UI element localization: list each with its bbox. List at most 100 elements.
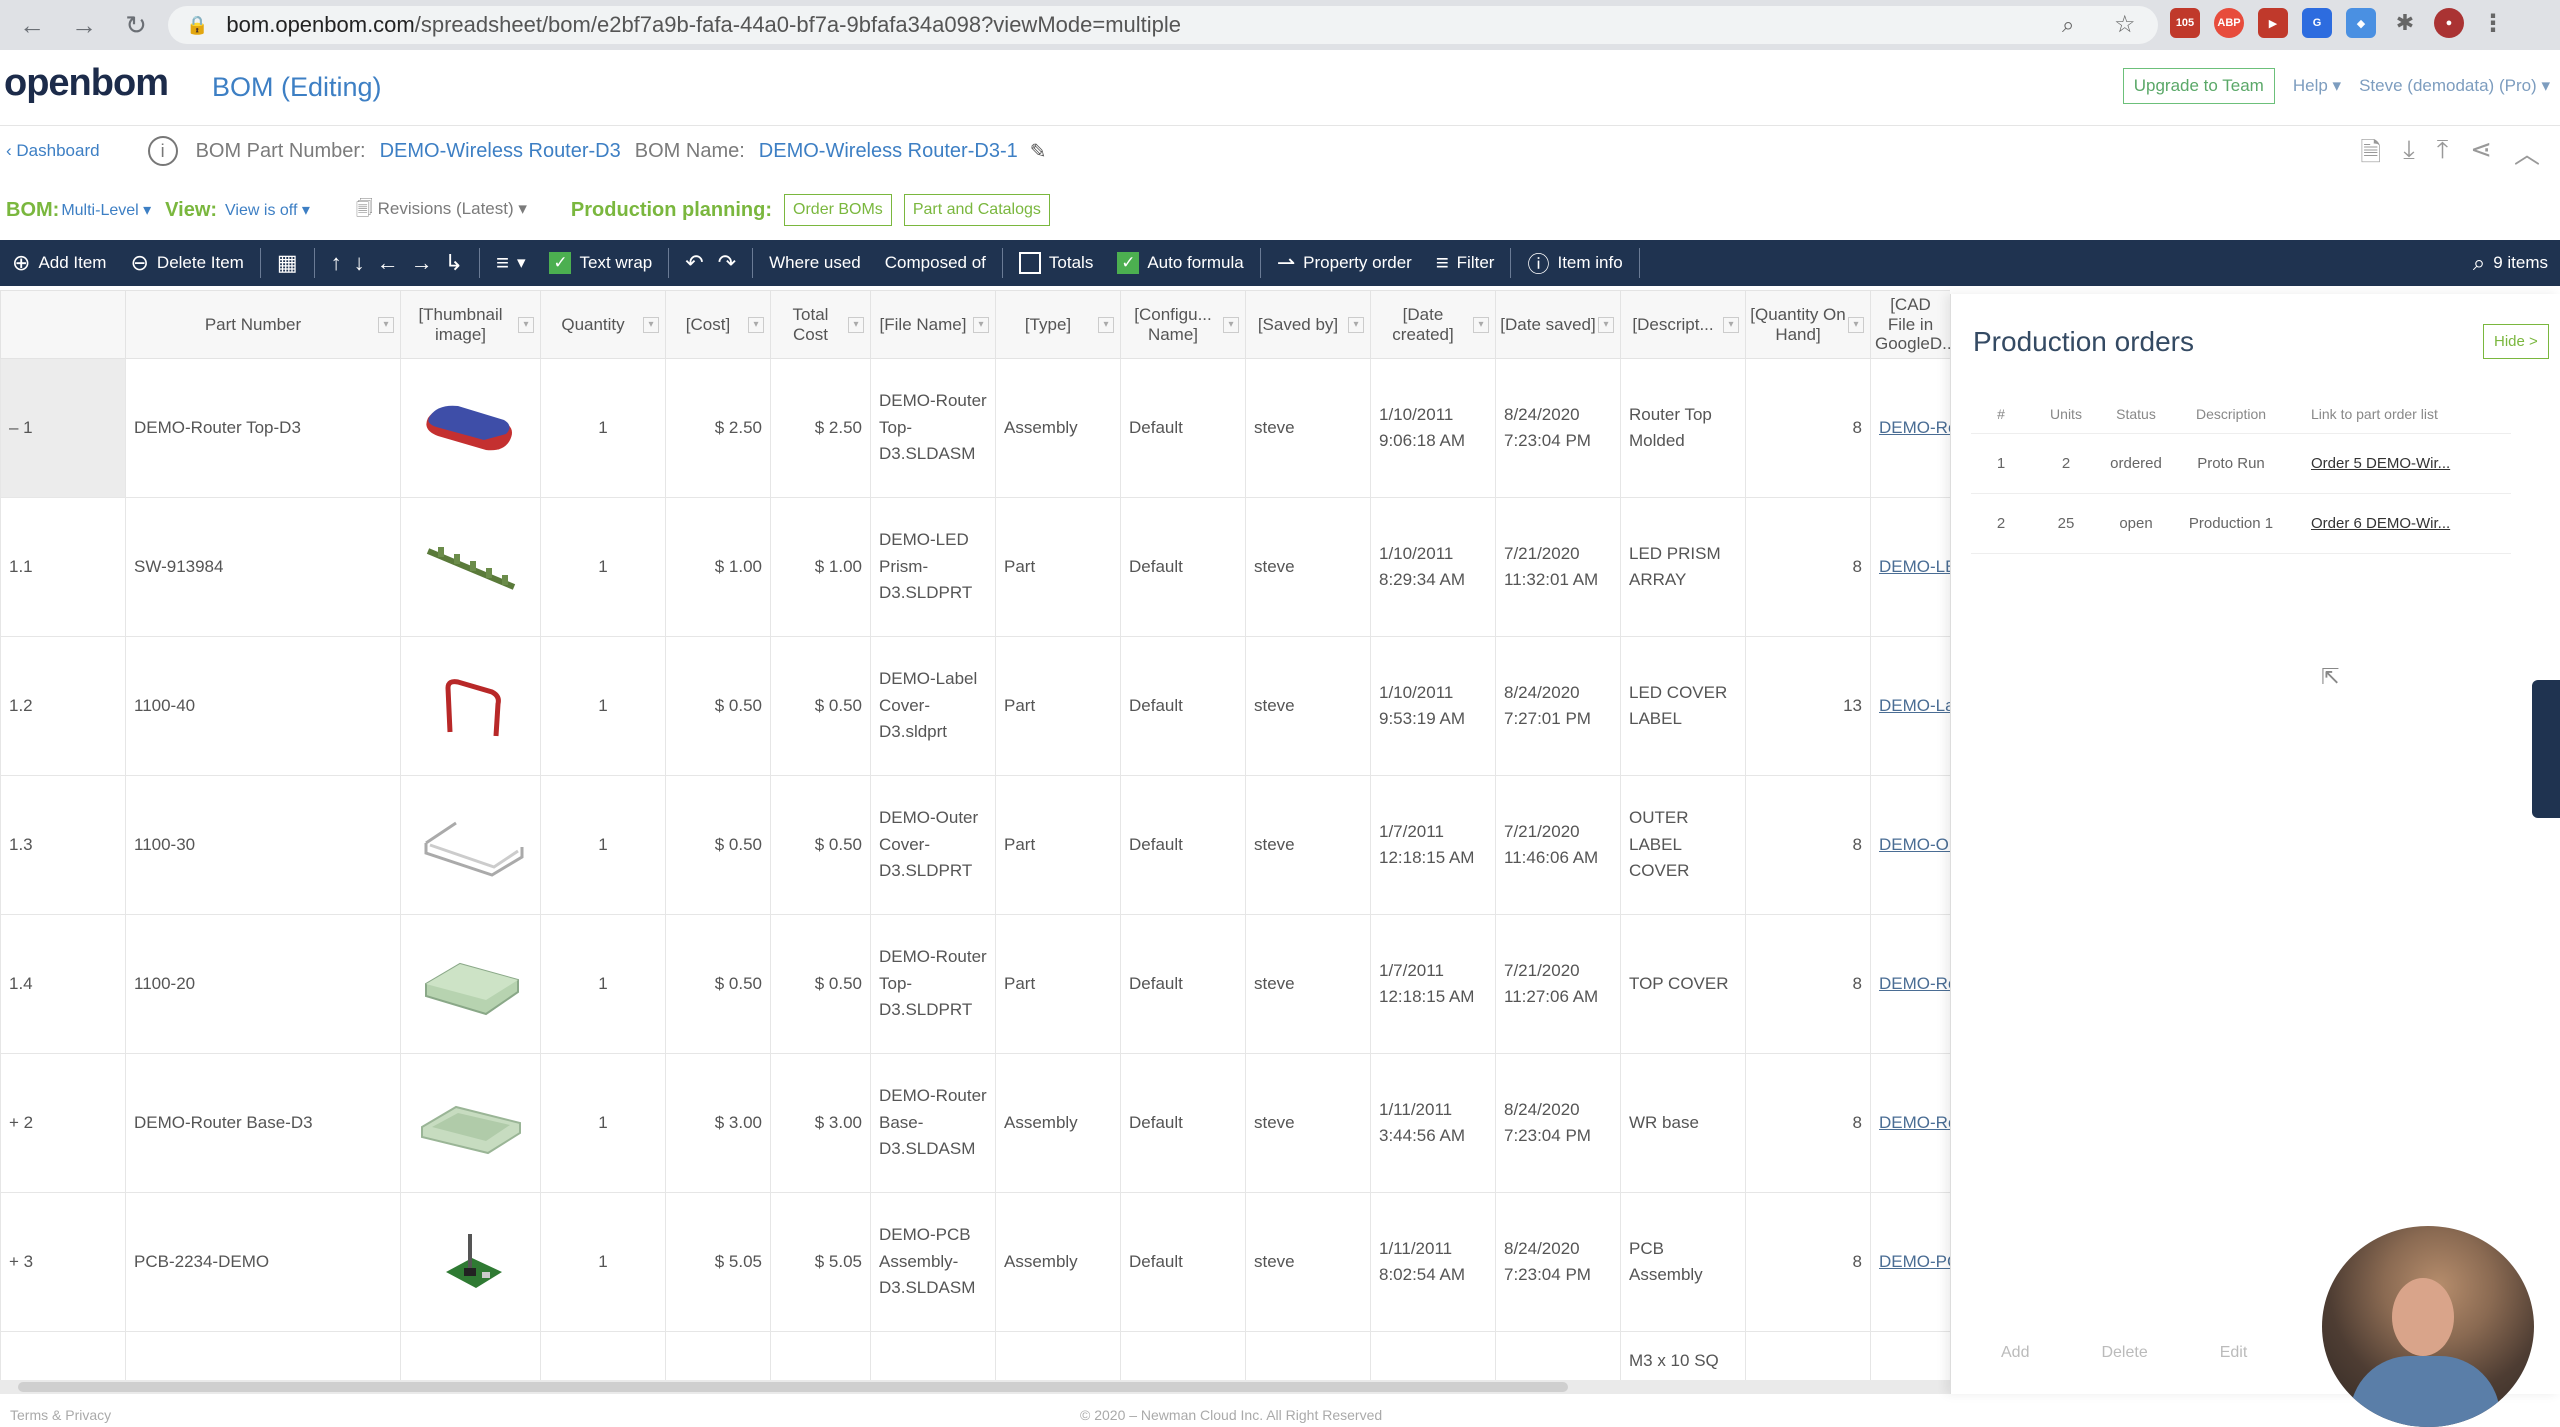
openbom-logo[interactable]: openbom [4, 62, 169, 105]
share-icon[interactable]: ⋖ [2470, 134, 2492, 178]
date-created-cell[interactable]: 1/11/2011 8:02:54 AM [1370, 1192, 1496, 1332]
file-name-cell[interactable]: DEMO-PCB Assembly-D3.SLDASM [870, 1192, 996, 1332]
scrollbar-thumb[interactable] [18, 1382, 1568, 1392]
quantity-cell[interactable]: 1 [540, 914, 666, 1054]
quantity-on-hand-cell[interactable]: 13 [1745, 636, 1871, 776]
text-wrap-toggle[interactable]: ✓ Text wrap [537, 240, 664, 286]
upload-icon[interactable]: ⤒ [2437, 134, 2449, 178]
config-cell[interactable]: Default [1120, 775, 1246, 915]
download-icon[interactable]: ⤓ [2403, 134, 2415, 178]
quantity-cell[interactable]: 1 [540, 775, 666, 915]
description-cell[interactable]: OUTER LABEL COVER [1620, 775, 1746, 915]
saved-by-cell[interactable]: steve [1245, 497, 1371, 637]
filter-button[interactable]: ≡ Filter [1424, 240, 1507, 286]
cad-file-link[interactable]: DEMO-Ro Top- D3.SLDPF [1879, 974, 1950, 993]
child-arrow-icon[interactable]: ↳ [445, 250, 463, 276]
table-row[interactable]: 1.1 SW-913984 1 $ 1.00 $ 1.00 DEMO-LED Prism-… [0, 497, 1950, 637]
date-saved-cell[interactable]: 7/21/2020 11:27:06 AM [1495, 914, 1621, 1054]
table-cell[interactable] [995, 1331, 1121, 1380]
cost-cell[interactable]: $ 0.50 [665, 914, 771, 1054]
date-created-cell[interactable]: 1/10/2011 9:53:19 AM [1370, 636, 1496, 776]
table-cell[interactable] [1370, 1331, 1496, 1380]
type-cell[interactable]: Assembly [995, 1192, 1121, 1332]
sort-toggle-icon[interactable]: ▾ [1848, 317, 1864, 333]
thumbnail-cell[interactable] [400, 914, 541, 1054]
move-up-icon[interactable]: ↑ [331, 250, 342, 276]
column-header[interactable]: Quantity ▾ [540, 290, 666, 359]
saved-by-cell[interactable]: steve [1245, 914, 1371, 1054]
cad-file-link[interactable]: DEMO-PC Assembly- D3.SLDAS [1879, 1252, 1950, 1271]
type-cell[interactable]: Part [995, 636, 1121, 776]
quantity-cell[interactable]: 1 [540, 1053, 666, 1193]
column-header[interactable]: [Date saved] ▾ [1495, 290, 1621, 359]
order-link[interactable]: Order 6 DEMO-Wir... [2311, 515, 2450, 532]
extension-icon[interactable]: ◆ [2346, 8, 2376, 38]
description-cell[interactable]: LED COVER LABEL [1620, 636, 1746, 776]
quantity-on-hand-cell[interactable]: 8 [1745, 497, 1871, 637]
adblock-icon[interactable]: ABP [2214, 8, 2244, 38]
sort-toggle-icon[interactable]: ▾ [378, 317, 394, 333]
document-icon[interactable]: 🗎 [2360, 134, 2381, 178]
sort-toggle-icon[interactable]: ▾ [973, 317, 989, 333]
table-cell[interactable] [0, 1331, 126, 1380]
forward-arrow-icon[interactable]: → [64, 5, 104, 45]
date-created-cell[interactable]: 1/11/2011 3:44:56 AM [1370, 1053, 1496, 1193]
column-header[interactable]: [CAD File in GoogleD... [1870, 290, 1950, 359]
user-menu[interactable]: Steve (demodata) (Pro) ▾ [2359, 76, 2550, 96]
config-cell[interactable]: Default [1120, 1053, 1246, 1193]
config-cell[interactable]: Default [1120, 1192, 1246, 1332]
redo-icon[interactable]: ↷ [718, 250, 736, 276]
row-number-cell[interactable]: + 3 [0, 1192, 126, 1332]
back-arrow-icon[interactable]: ← [12, 5, 52, 45]
table-row[interactable]: – 1 DEMO-Router Top-D3 1 $ 2.50 $ 2.50 DEMO-R… [0, 358, 1950, 498]
translate-icon[interactable]: G [2302, 8, 2332, 38]
totals-toggle[interactable]: Totals [1007, 240, 1105, 286]
align-menu[interactable]: ≡ ▾ [484, 240, 537, 286]
revisions-select[interactable]: 🗐 Revisions (Latest) ▾ [356, 196, 527, 225]
part-number-cell[interactable]: DEMO-Router Base-D3 [125, 1053, 401, 1193]
description-cell[interactable]: TOP COVER [1620, 914, 1746, 1054]
thumbnail-cell[interactable] [400, 497, 541, 637]
saved-by-cell[interactable]: steve [1245, 1192, 1371, 1332]
column-header[interactable]: Part Number ▾ [125, 290, 401, 359]
column-header[interactable]: [Configu... Name] ▾ [1120, 290, 1246, 359]
composed-of-button[interactable]: Composed of [873, 240, 998, 286]
description-cell[interactable]: WR base [1620, 1053, 1746, 1193]
cad-file-cell[interactable]: DEMO-Ou Cover- D3.SLDPF [1870, 775, 1950, 915]
edit-order-button[interactable]: Edit [2220, 1344, 2248, 1362]
config-cell[interactable]: Default [1120, 914, 1246, 1054]
type-cell[interactable]: Assembly [995, 1053, 1121, 1193]
config-cell[interactable]: Default [1120, 636, 1246, 776]
cad-file-cell[interactable]: DEMO-Ro Base- D3.SLDAS [1870, 1053, 1950, 1193]
reload-icon[interactable]: ↻ [116, 5, 156, 45]
quantity-cell[interactable]: 1 [540, 358, 666, 498]
column-header[interactable]: [File Name] ▾ [870, 290, 996, 359]
column-header[interactable]: [Descript... ▾ [1620, 290, 1746, 359]
table-cell[interactable] [400, 1331, 541, 1380]
support-tab[interactable] [2532, 680, 2560, 818]
cad-file-link[interactable]: DEMO-La Cover- D3.sldprt [1879, 696, 1950, 715]
outdent-icon[interactable]: ← [377, 250, 399, 276]
edit-pencil-icon[interactable]: ✎ [1030, 139, 1047, 164]
table-row[interactable]: + 2 DEMO-Router Base-D3 1 $ 3.00 $ 3.00 DEMO-… [0, 1053, 1950, 1193]
sort-toggle-icon[interactable]: ▾ [1598, 317, 1614, 333]
date-saved-cell[interactable]: 8/24/2020 7:23:04 PM [1495, 1053, 1621, 1193]
saved-by-cell[interactable]: steve [1245, 636, 1371, 776]
file-name-cell[interactable]: DEMO-Router Top-D3.SLDASM [870, 358, 996, 498]
dashboard-link[interactable]: ‹ Dashboard [6, 141, 100, 161]
quantity-on-hand-cell[interactable]: 8 [1745, 1053, 1871, 1193]
address-bar[interactable]: 🔒 bom.openbom.com/spreadsheet/bom/e2bf7a… [168, 6, 2158, 44]
row-number-cell[interactable]: 1.3 [0, 775, 126, 915]
auto-formula-toggle[interactable]: ✓ Auto formula [1105, 240, 1255, 286]
part-number-cell[interactable]: 1100-30 [125, 775, 401, 915]
row-number-cell[interactable]: 1.1 [0, 497, 126, 637]
order-boms-button[interactable]: Order BOMs [784, 194, 892, 226]
part-number-cell[interactable]: PCB-2234-DEMO [125, 1192, 401, 1332]
row-number-cell[interactable]: + 2 [0, 1053, 126, 1193]
table-row[interactable]: M3 x 10 SQ [0, 1331, 1950, 1380]
table-cell[interactable] [770, 1331, 871, 1380]
table-cell[interactable] [125, 1331, 401, 1380]
cost-cell[interactable]: $ 2.50 [665, 358, 771, 498]
saved-by-cell[interactable]: steve [1245, 775, 1371, 915]
table-cell[interactable] [1495, 1331, 1621, 1380]
